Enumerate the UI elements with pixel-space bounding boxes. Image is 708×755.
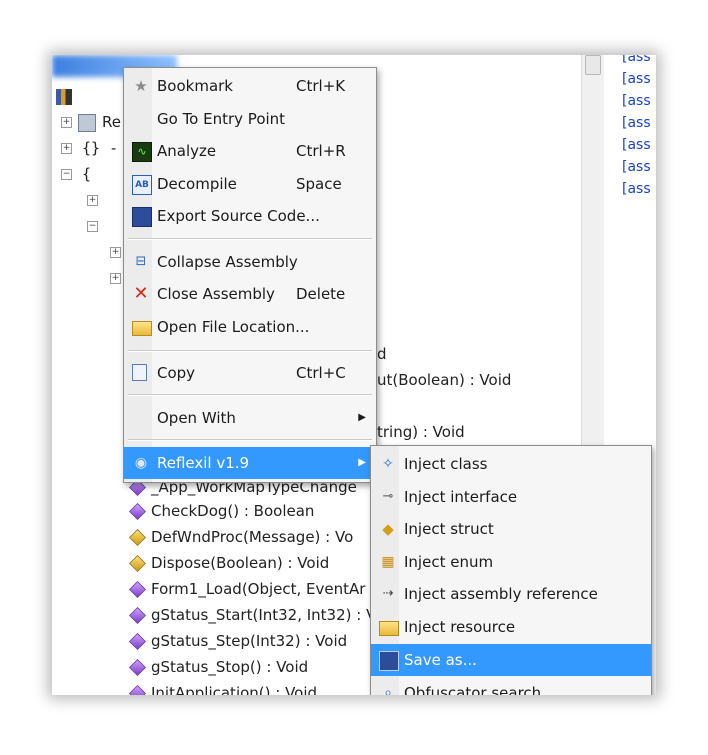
method-icon bbox=[129, 633, 146, 650]
submenu-item-obfuscator-search[interactable]: ⌕ Obfuscator search... bbox=[371, 677, 651, 695]
menu-item-collapse-assembly[interactable]: ⊟ Collapse Assembly bbox=[124, 246, 376, 278]
class-icon: ✧ bbox=[382, 456, 394, 472]
expand-toggle[interactable]: + bbox=[110, 273, 121, 284]
menu-item-open-with[interactable]: Open With ▶ bbox=[124, 402, 376, 434]
expand-toggle[interactable]: + bbox=[61, 143, 72, 154]
submenu-item-inject-resource[interactable]: Inject resource bbox=[371, 611, 651, 643]
attribute-item[interactable]: [ass bbox=[622, 134, 651, 156]
enum-icon: ▦ bbox=[381, 554, 395, 570]
expand-toggle[interactable]: + bbox=[61, 117, 72, 128]
member-row-partial[interactable]: ut(Boolean) : Void bbox=[377, 369, 511, 391]
submenu-arrow-icon: ▶ bbox=[358, 457, 366, 468]
member-row[interactable]: gStatus_Start(Int32, Int32) : V bbox=[129, 604, 376, 626]
close-icon: ✕ bbox=[133, 283, 149, 304]
menu-item-reflexil[interactable]: ◉ Reflexil v1.9 ▶ bbox=[124, 447, 376, 479]
search-icon: ⌕ bbox=[384, 685, 392, 695]
reflexil-icon: ◉ bbox=[134, 455, 148, 471]
menu-separator bbox=[128, 350, 372, 352]
menu-item-copy[interactable]: Copy Ctrl+C bbox=[124, 357, 376, 389]
interface-icon: ⊸ bbox=[382, 489, 394, 504]
attribute-item[interactable]: [ass bbox=[622, 68, 651, 90]
reference-icon: ⇢ bbox=[382, 586, 394, 601]
reflector-window: + Re + {} - − { + − + + d ut(Boolean) : … bbox=[52, 55, 656, 695]
scrollbar-thumb[interactable] bbox=[585, 55, 601, 75]
expand-toggle[interactable]: + bbox=[110, 247, 121, 258]
save-icon bbox=[379, 651, 399, 671]
member-row[interactable]: CheckDog() : Boolean bbox=[129, 500, 314, 522]
submenu-item-inject-assembly-reference[interactable]: ⇢ Inject assembly reference bbox=[371, 578, 651, 610]
method-icon bbox=[129, 659, 146, 676]
star-icon: ★ bbox=[134, 77, 148, 95]
collapse-icon: ⊟ bbox=[135, 254, 147, 269]
menu-item-decompile[interactable]: AB Decompile Space bbox=[124, 168, 376, 200]
member-row-partial[interactable]: tring) : Void bbox=[377, 421, 465, 443]
reflexil-submenu: ✧ Inject class ⊸ Inject interface ◆ Inje… bbox=[370, 445, 652, 695]
assembly-icon bbox=[78, 113, 96, 132]
menu-item-go-to-entry-point[interactable]: Go To Entry Point bbox=[124, 103, 376, 135]
submenu-item-inject-class[interactable]: ✧ Inject class bbox=[371, 448, 651, 480]
submenu-item-inject-enum[interactable]: ▦ Inject enum bbox=[371, 546, 651, 578]
tree-row-re[interactable]: Re bbox=[78, 111, 121, 133]
tree-row-namespace-open[interactable]: { bbox=[82, 163, 91, 185]
submenu-item-inject-interface[interactable]: ⊸ Inject interface bbox=[371, 481, 651, 513]
expand-toggle[interactable]: + bbox=[87, 195, 98, 206]
copy-icon bbox=[132, 364, 147, 381]
attribute-item[interactable]: [ass bbox=[622, 90, 651, 112]
menu-separator bbox=[128, 394, 372, 396]
decompile-icon: AB bbox=[132, 175, 152, 195]
tree-row-namespace[interactable]: {} - bbox=[82, 137, 118, 159]
method-icon bbox=[129, 529, 146, 546]
member-row[interactable]: gStatus_Stop() : Void bbox=[129, 656, 308, 678]
menu-separator bbox=[128, 439, 372, 441]
member-row[interactable]: DefWndProc(Message) : Vo bbox=[129, 526, 353, 548]
method-icon bbox=[129, 503, 146, 520]
attribute-item[interactable]: [ass bbox=[622, 178, 651, 200]
collapse-toggle[interactable]: − bbox=[87, 221, 98, 232]
analyze-icon: ∿ bbox=[132, 142, 152, 162]
member-row-partial[interactable]: d bbox=[377, 343, 387, 365]
save-icon bbox=[132, 207, 152, 227]
submenu-item-inject-struct[interactable]: ◆ Inject struct bbox=[371, 513, 651, 545]
tree-root-row[interactable] bbox=[56, 85, 78, 107]
collapse-toggle[interactable]: − bbox=[61, 169, 72, 180]
library-icon bbox=[56, 88, 72, 105]
context-menu: ★ Bookmark Ctrl+K Go To Entry Point ∿ An… bbox=[123, 67, 377, 483]
member-row[interactable]: gStatus_Step(Int32) : Void bbox=[129, 630, 347, 652]
member-row[interactable]: InitApplication() : Void bbox=[129, 682, 317, 695]
member-row[interactable]: Dispose(Boolean) : Void bbox=[129, 552, 329, 574]
method-icon bbox=[129, 607, 146, 624]
method-icon bbox=[129, 581, 146, 598]
submenu-arrow-icon: ▶ bbox=[358, 412, 366, 423]
attribute-item[interactable]: [ass bbox=[622, 156, 651, 178]
menu-item-open-file-location[interactable]: Open File Location... bbox=[124, 311, 376, 343]
folder-icon bbox=[379, 621, 399, 636]
menu-item-bookmark[interactable]: ★ Bookmark Ctrl+K bbox=[124, 70, 376, 102]
menu-item-analyze[interactable]: ∿ Analyze Ctrl+R bbox=[124, 135, 376, 167]
menu-item-close-assembly[interactable]: ✕ Close Assembly Delete bbox=[124, 278, 376, 310]
member-row[interactable]: Form1_Load(Object, EventAr bbox=[129, 578, 365, 600]
menu-separator bbox=[128, 238, 372, 240]
struct-icon: ◆ bbox=[382, 520, 394, 538]
folder-icon bbox=[132, 321, 152, 336]
submenu-item-save-as[interactable]: Save as... bbox=[371, 644, 651, 676]
method-icon bbox=[129, 685, 146, 695]
method-icon bbox=[129, 555, 146, 572]
menu-item-export-source-code[interactable]: Export Source Code... bbox=[124, 200, 376, 232]
attribute-item[interactable]: [ass bbox=[622, 112, 651, 134]
attribute-item[interactable]: [ass bbox=[622, 55, 651, 68]
